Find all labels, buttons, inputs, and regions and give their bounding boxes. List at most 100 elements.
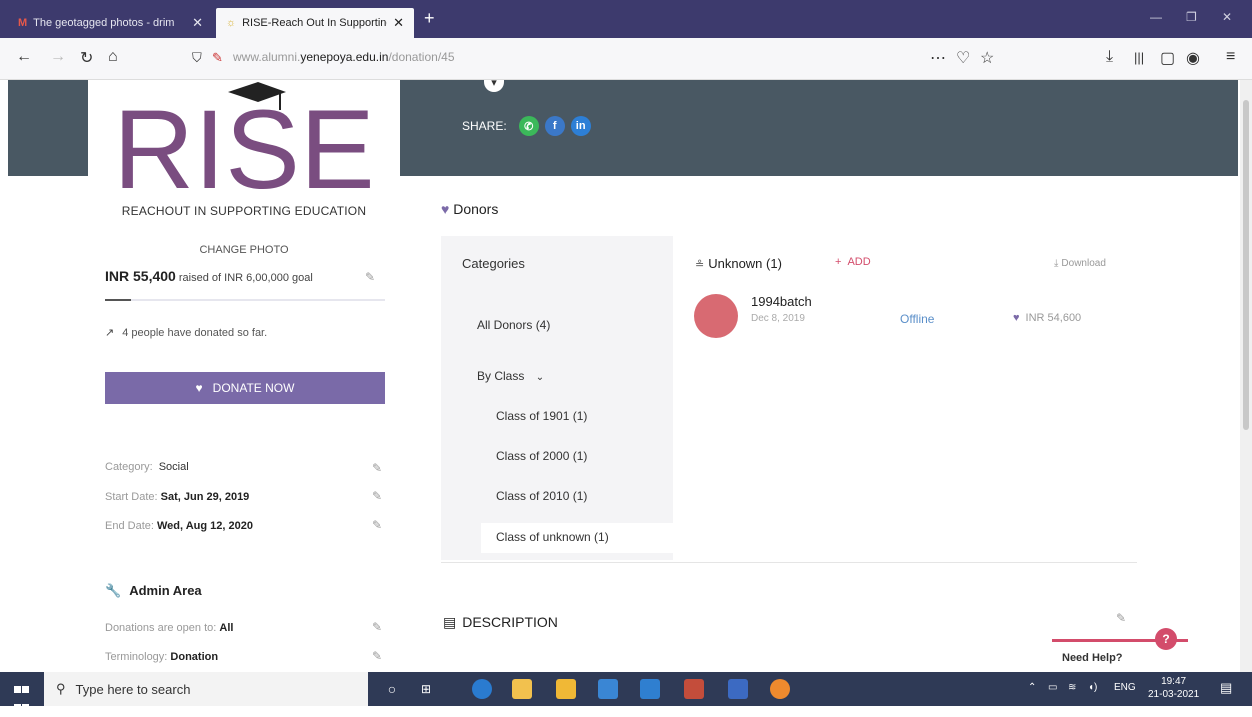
store-icon[interactable] [556, 679, 576, 699]
terminology-label: Terminology: [105, 651, 168, 663]
filter-class-unknown[interactable]: Class of unknown (1) [496, 530, 609, 544]
taskbar-search-box[interactable]: ⚲ Type here to search [44, 672, 368, 706]
browser-nav-bar: ← → ↻ ⌂ ⛉ ✎ www.alumni.yenepoya.edu.in/d… [0, 38, 1252, 80]
need-help-label[interactable]: Need Help? [1062, 652, 1123, 664]
mail-icon[interactable] [598, 679, 618, 699]
donations-open-value: All [219, 622, 234, 634]
rise-logo: RISE [113, 82, 375, 192]
filter-class-2010[interactable]: Class of 2010 (1) [496, 489, 587, 503]
pocket-icon[interactable]: ♡ [956, 48, 970, 68]
facebook-icon[interactable]: f [544, 116, 565, 136]
shield-icon[interactable]: ⛉ [192, 50, 202, 66]
donate-now-button[interactable]: ♥ DONATE NOW [105, 372, 385, 404]
tab-title: RISE-Reach Out In Supporting [242, 17, 388, 29]
bookmark-star-icon[interactable]: ☆ [980, 48, 994, 68]
language-indicator[interactable]: ENG [1114, 682, 1136, 693]
list-title: ≗ Unknown (1) [695, 256, 782, 271]
raised-amount: INR 55,400 [105, 268, 176, 284]
categories-title: Categories [462, 256, 525, 271]
linkedin-icon[interactable]: in [570, 116, 591, 136]
edit-category-icon[interactable]: ✎ [372, 461, 382, 475]
reload-icon[interactable]: ↻ [80, 48, 93, 68]
edit-end-date-icon[interactable]: ✎ [372, 518, 382, 532]
insecure-lock-icon[interactable]: ✎ [212, 50, 223, 66]
firefox-icon[interactable] [770, 679, 790, 699]
edge-icon[interactable] [472, 679, 492, 699]
taskbar-clock[interactable]: 19:47 21-03-2021 [1148, 675, 1199, 701]
outlook-icon[interactable] [728, 679, 748, 699]
close-tab-icon[interactable]: ✕ [192, 15, 203, 31]
filter-by-class[interactable]: By Class ⌄ [477, 369, 544, 383]
donated-text: 4 people have donated so far. [122, 327, 268, 339]
help-icon[interactable]: ? [1155, 628, 1177, 650]
file-explorer-icon[interactable] [512, 679, 532, 699]
windows-taskbar: ⚲ Type here to search ○ ⊞ ⌃ ▭ ≋ ◖) ENG 1… [0, 672, 1252, 711]
account-icon[interactable]: ◉ [1186, 48, 1200, 68]
minimize-icon[interactable]: — [1150, 10, 1162, 24]
add-donor-button[interactable]: + ADD [835, 256, 871, 268]
tab-gmail[interactable]: M The geotagged photos - drim ✕ [8, 8, 213, 38]
tray-chevron-icon[interactable]: ⌃ [1028, 682, 1036, 693]
edit-terminology-icon[interactable]: ✎ [372, 649, 382, 663]
terminology-row: Terminology: Donation [105, 651, 218, 663]
home-icon[interactable]: ⌂ [108, 48, 118, 66]
sidebar-icon[interactable]: ▢ [1160, 48, 1175, 68]
edit-goal-icon[interactable]: ✎ [365, 270, 375, 284]
filter-all-donors[interactable]: All Donors (4) [477, 318, 550, 332]
end-date-label: End Date: [105, 520, 154, 532]
progress-bar [105, 299, 385, 301]
edit-donations-open-icon[interactable]: ✎ [372, 620, 382, 634]
back-icon[interactable]: ← [16, 48, 32, 66]
task-view-icon[interactable]: ⊞ [416, 679, 436, 699]
terminology-value: Donation [170, 651, 219, 663]
filter-class-1901[interactable]: Class of 1901 (1) [496, 409, 587, 423]
end-date-value: Wed, Aug 12, 2020 [156, 520, 253, 532]
whatsapp-icon[interactable]: ✆ [518, 116, 539, 136]
volume-icon[interactable]: ◖) [1088, 682, 1097, 693]
close-window-icon[interactable]: ✕ [1222, 10, 1232, 24]
cortana-icon[interactable]: ○ [382, 679, 402, 699]
heart-icon: ♥ [1013, 312, 1020, 324]
person-icon: ≗ [695, 259, 705, 271]
url-domain: yenepoya.edu.in [300, 50, 389, 64]
search-placeholder: Type here to search [75, 681, 191, 697]
download-icon[interactable]: ⤓ [1106, 48, 1113, 66]
download-link[interactable]: ⤓ Download [1054, 258, 1106, 269]
progress-fill [105, 299, 131, 301]
tab-title: The geotagged photos - drim [33, 17, 175, 29]
edit-start-date-icon[interactable]: ✎ [372, 489, 382, 503]
notifications-icon[interactable]: ▤ [1220, 680, 1232, 696]
donations-open-row: Donations are open to: All [105, 622, 233, 634]
wifi-icon[interactable]: ≋ [1068, 682, 1076, 693]
edit-description-icon[interactable]: ✎ [1116, 611, 1126, 625]
restore-icon[interactable]: ❐ [1186, 10, 1197, 24]
menu-icon[interactable]: ≡ [1226, 48, 1235, 66]
library-icon[interactable]: ||| [1134, 50, 1144, 65]
description-heading: ▤ DESCRIPTION [443, 614, 558, 631]
url-path: /donation/45 [388, 50, 455, 64]
heart-icon: ♥ [441, 201, 450, 217]
donation-mode: Offline [900, 312, 935, 326]
page-scrollbar[interactable] [1240, 80, 1252, 672]
more-actions-icon[interactable]: ⋯ [930, 48, 946, 68]
heart-icon: ♥ [195, 381, 203, 395]
browser-tab-bar: M The geotagged photos - drim ✕ ☼ RISE-R… [0, 0, 1252, 38]
tab-rise[interactable]: ☼ RISE-Reach Out In Supporting ✕ [216, 8, 414, 38]
raised-summary: INR 55,400 raised of INR 6,00,000 goal [105, 268, 313, 284]
mcafee-icon[interactable] [684, 679, 704, 699]
trend-icon: ↗ [105, 327, 115, 339]
url-bar[interactable]: www.alumni.yenepoya.edu.in/donation/45 [233, 50, 455, 64]
scrollbar-thumb[interactable] [1243, 100, 1249, 430]
lync-icon[interactable] [640, 679, 660, 699]
battery-icon[interactable]: ▭ [1048, 682, 1057, 693]
close-tab-icon[interactable]: ✕ [393, 15, 404, 31]
chevron-down-icon: ⌄ [535, 372, 545, 383]
forward-icon[interactable]: → [50, 48, 66, 66]
gmail-icon: M [18, 17, 28, 29]
list-title-text: Unknown (1) [708, 256, 782, 271]
new-tab-icon[interactable]: + [424, 8, 435, 29]
windows-start-icon[interactable] [14, 681, 30, 711]
wrench-icon: 🔧 [105, 583, 122, 598]
filter-class-2000[interactable]: Class of 2000 (1) [496, 449, 587, 463]
change-photo-link[interactable]: CHANGE PHOTO [88, 244, 400, 256]
